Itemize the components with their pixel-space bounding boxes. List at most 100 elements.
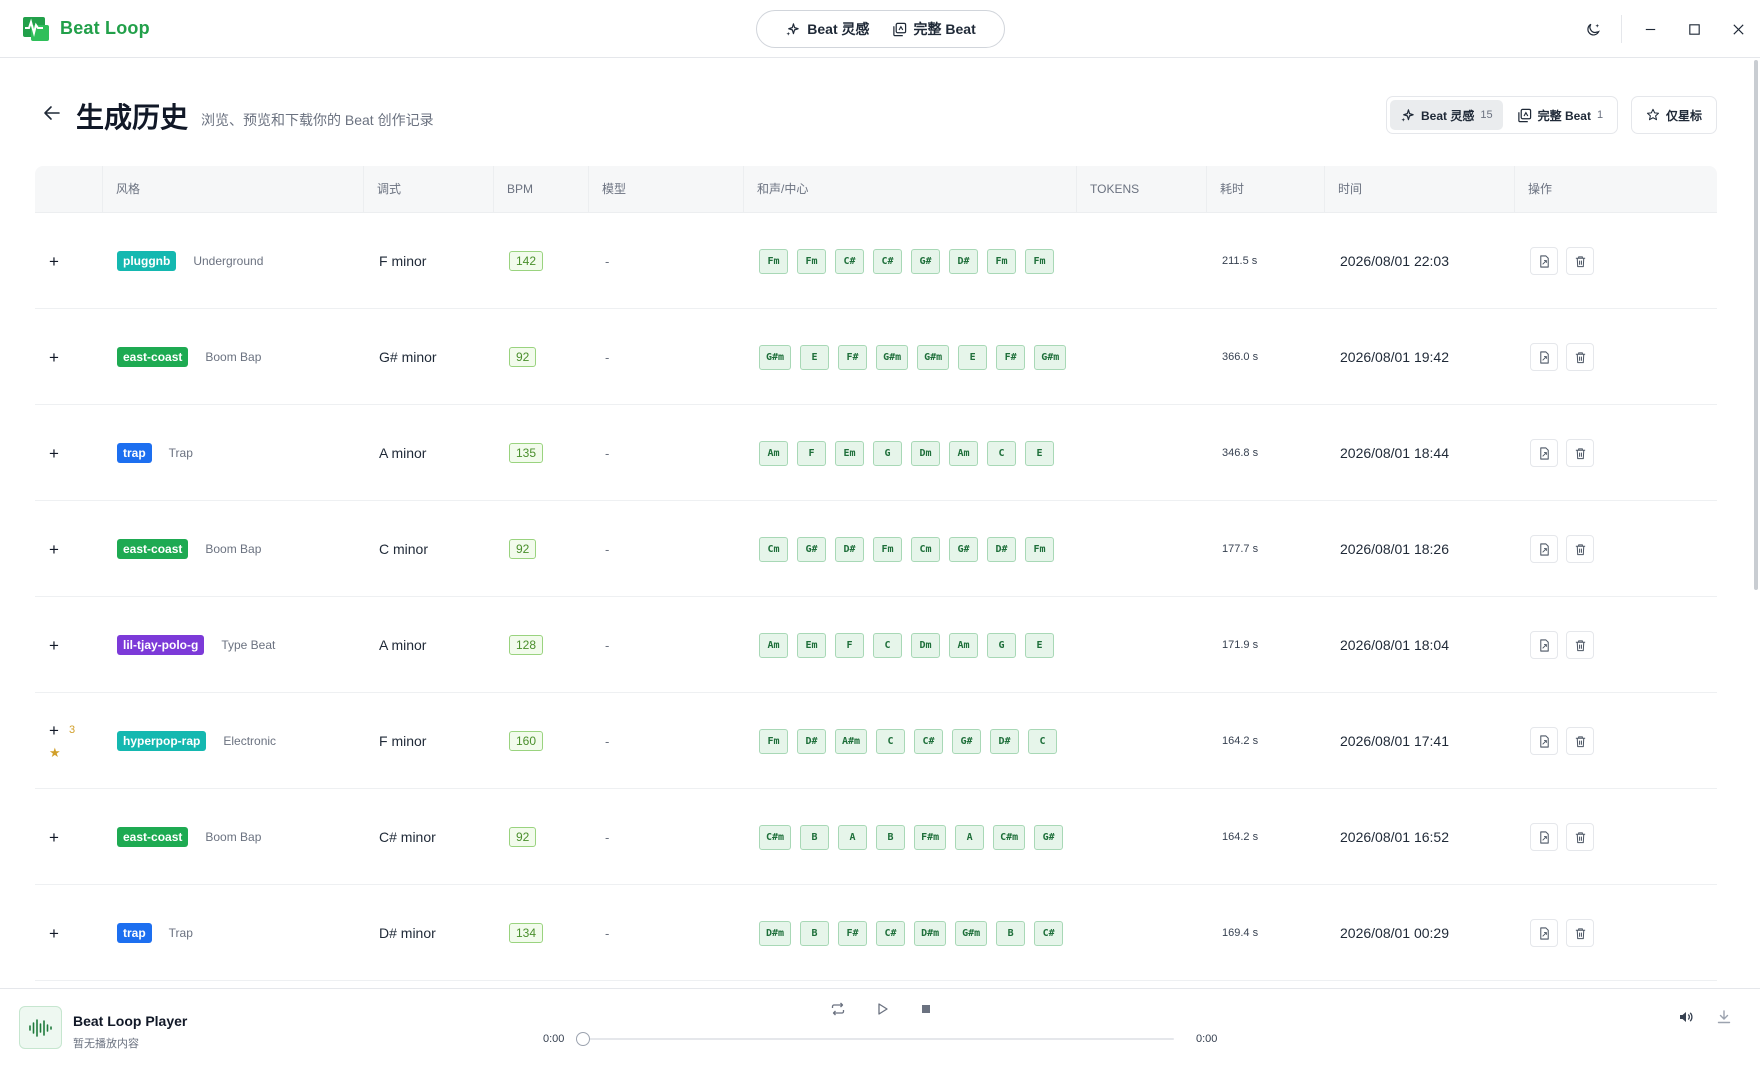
key-value: G# minor — [379, 349, 437, 365]
duration-cell: 346.8 s — [1222, 405, 1322, 501]
star-outline-icon — [1646, 108, 1660, 121]
chord-chip: F#m — [914, 824, 947, 850]
back-button[interactable] — [40, 101, 64, 125]
expand-row-button[interactable]: + — [49, 637, 59, 654]
progress-bar[interactable] — [584, 1038, 1174, 1040]
filter-beat-inspiration[interactable]: Beat 灵感 15 — [1390, 100, 1503, 130]
loop-button[interactable] — [826, 997, 850, 1021]
genre-label: Trap — [168, 446, 193, 460]
genre-label: Boom Bap — [205, 830, 262, 844]
stop-button[interactable] — [914, 997, 938, 1021]
theme-toggle-button[interactable] — [1571, 0, 1615, 58]
expand-row-button[interactable]: + — [49, 445, 59, 462]
chords-cell: Fm Fm C# C# G# D# Fm Fm — [759, 213, 1079, 309]
actions-cell — [1530, 693, 1710, 789]
table-row[interactable]: + lil-tjay-polo-g Type Beat A minor 128 … — [35, 597, 1717, 693]
table-row[interactable]: + trap Trap A minor 135 - Am F Em G Dm Am C E 3… — [35, 405, 1717, 501]
file-export-icon — [1539, 926, 1549, 940]
time-cell: 2026/08/01 18:44 — [1340, 405, 1520, 501]
chord-chip: A — [838, 824, 868, 850]
style-tag[interactable]: pluggnb — [117, 251, 177, 271]
delete-button[interactable] — [1566, 631, 1594, 659]
row-actions — [1530, 439, 1594, 467]
filter-full-beat[interactable]: 完整 Beat 1 — [1507, 100, 1613, 130]
export-button[interactable] — [1530, 919, 1558, 947]
vertical-scrollbar[interactable] — [1754, 60, 1758, 590]
bpm-badge: 135 — [509, 443, 544, 463]
delete-button[interactable] — [1566, 727, 1594, 755]
export-button[interactable] — [1530, 439, 1558, 467]
key-value: F minor — [379, 733, 427, 749]
trash-icon — [1575, 447, 1585, 459]
expand-row-button[interactable]: + — [49, 722, 59, 739]
table-row[interactable]: + east-coast Boom Bap C# minor 92 - C#m B… — [35, 789, 1717, 885]
delete-button[interactable] — [1566, 535, 1594, 563]
table-row[interactable]: + trap Trap D# minor 134 - D#m B F# C# D#m G#… — [35, 885, 1717, 981]
actions-cell — [1530, 789, 1710, 885]
style-tag[interactable]: trap — [117, 923, 152, 943]
created-time: 2026/08/01 18:26 — [1340, 541, 1449, 557]
delete-button[interactable] — [1566, 823, 1594, 851]
export-button[interactable] — [1530, 247, 1558, 275]
chord-chip: Em — [797, 632, 826, 658]
table-row[interactable]: + 3 ★ hyperpop-rap Electronic F minor 16… — [35, 693, 1717, 789]
play-button[interactable] — [870, 997, 894, 1021]
time-cell: 2026/08/01 22:03 — [1340, 213, 1520, 309]
key-value: F minor — [379, 253, 427, 269]
close-button[interactable] — [1716, 0, 1760, 58]
filter-beat-inspiration-count: 15 — [1480, 109, 1493, 121]
table-row[interactable]: + east-coast Boom Bap C minor 92 - Cm G# D… — [35, 501, 1717, 597]
trash-icon — [1575, 255, 1585, 267]
model-value: - — [605, 829, 610, 845]
delete-button[interactable] — [1566, 919, 1594, 947]
minimize-button[interactable] — [1628, 0, 1672, 58]
chord-chip: E — [958, 344, 988, 370]
export-button[interactable] — [1530, 343, 1558, 371]
style-tag[interactable]: east-coast — [117, 347, 189, 367]
app-logo[interactable]: Beat Loop — [22, 14, 150, 42]
chord-chip: F — [835, 632, 864, 658]
genre-label: Underground — [193, 254, 264, 268]
delete-button[interactable] — [1566, 439, 1594, 467]
style-tag[interactable]: lil-tjay-polo-g — [117, 635, 205, 655]
volume-button[interactable] — [1674, 1005, 1698, 1029]
expand-row-button[interactable]: + — [49, 829, 59, 846]
delete-button[interactable] — [1566, 247, 1594, 275]
table-row[interactable]: + pluggnb Underground F minor 142 - Fm Fm… — [35, 213, 1717, 309]
expand-row-button[interactable]: + — [49, 541, 59, 558]
export-button[interactable] — [1530, 823, 1558, 851]
style-tag[interactable]: east-coast — [117, 827, 189, 847]
mode-switch: Beat 灵感 完整 Beat — [756, 10, 1005, 48]
bpm-badge: 134 — [509, 923, 544, 943]
table-row[interactable]: + east-coast Boom Bap G# minor 92 - G#m E… — [35, 309, 1717, 405]
style-tag[interactable]: hyperpop-rap — [117, 731, 207, 751]
export-button[interactable] — [1530, 631, 1558, 659]
created-time: 2026/08/01 19:42 — [1340, 349, 1449, 365]
export-button[interactable] — [1530, 535, 1558, 563]
chord-chip: E — [800, 344, 830, 370]
style-tag[interactable]: trap — [117, 443, 152, 463]
key-cell: F minor — [379, 693, 493, 789]
expand-row-button[interactable]: + — [49, 349, 59, 366]
minimize-icon — [1645, 28, 1655, 30]
download-button[interactable] — [1712, 1005, 1736, 1029]
file-export-icon — [1539, 734, 1549, 748]
mode-beat-inspiration[interactable]: Beat 灵感 — [785, 19, 870, 39]
progress-handle[interactable] — [576, 1032, 590, 1046]
delete-button[interactable] — [1566, 343, 1594, 371]
file-export-icon — [1539, 350, 1549, 364]
style-tag[interactable]: east-coast — [117, 539, 189, 559]
chord-chip: G — [873, 440, 902, 466]
expand-row-button[interactable]: + — [49, 925, 59, 942]
style-cell: east-coast Boom Bap — [117, 309, 363, 405]
starred-only-button[interactable]: 仅星标 — [1631, 96, 1717, 134]
row-actions — [1530, 247, 1594, 275]
maximize-button[interactable] — [1672, 0, 1716, 58]
table-header: 风格 调式 BPM 模型 和声/中心 TOKENS 耗时 时间 操作 — [35, 166, 1717, 213]
mode-full-beat[interactable]: 完整 Beat — [892, 19, 976, 39]
starred-icon[interactable]: ★ — [49, 745, 61, 761]
column-header-tokens: TOKENS — [1076, 166, 1206, 213]
export-button[interactable] — [1530, 727, 1558, 755]
expand-row-button[interactable]: + — [49, 253, 59, 270]
chord-chip: F# — [838, 344, 868, 370]
